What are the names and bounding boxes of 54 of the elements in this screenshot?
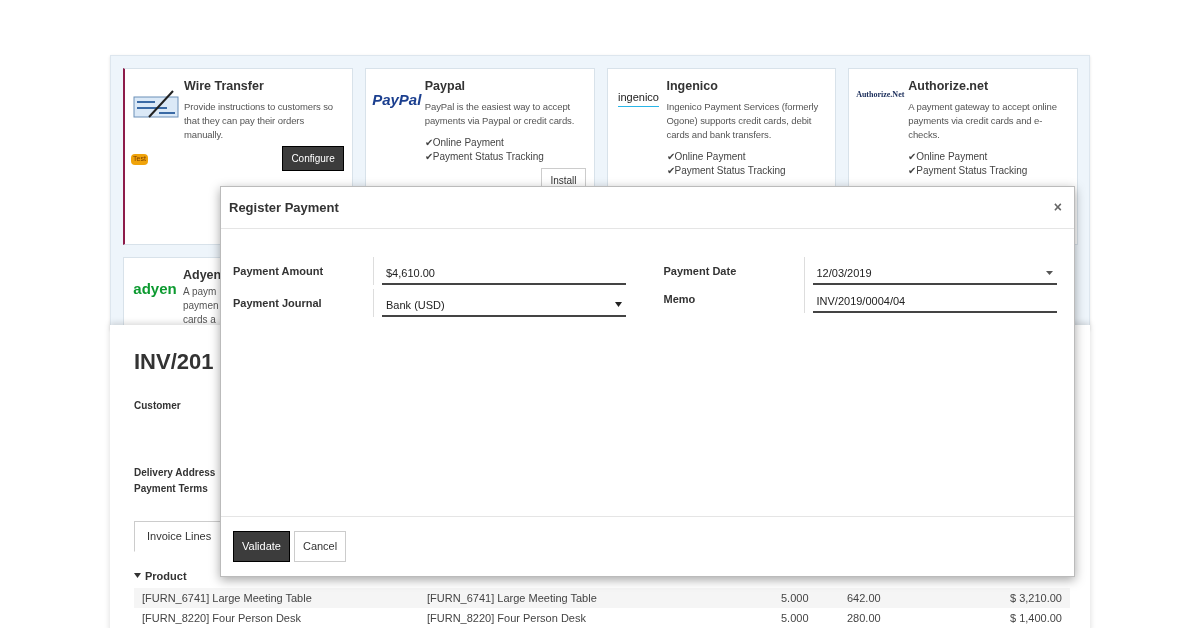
table-cell-text: $ 3,210.00 — [1009, 590, 1062, 606]
select-field[interactable]: Bank (USD) — [382, 296, 626, 317]
feature-item: ✔Online Payment — [666, 149, 747, 164]
feature-item: ✔Online Payment — [908, 149, 989, 164]
ingenico-logo: ingenico — [618, 89, 659, 107]
paypal-logo: PayPal — [372, 90, 422, 110]
card-title: Authorize.net — [908, 78, 989, 95]
field-label: Payment Journal — [233, 295, 323, 311]
close-button[interactable]: × — [1049, 197, 1066, 218]
table-cell-text: [FURN_8220] Four Person Desk — [427, 610, 587, 626]
field-label: Payment Terms — [134, 482, 208, 496]
field-label: Memo — [663, 291, 697, 307]
card-description: Provide instructions to customers so that they can pay their orders manually. — [184, 99, 334, 142]
date-field[interactable]: 12/03/2019 — [812, 264, 1057, 285]
table-cell-text: 642.00 — [847, 590, 882, 606]
card-title: Paypal — [424, 78, 466, 95]
field-label: Payment Date — [663, 263, 738, 279]
table-cell-text: 5.000 — [781, 590, 810, 606]
cancel-button[interactable]: Cancel — [293, 531, 347, 562]
field-label: Delivery Address — [134, 466, 216, 480]
card-title: Adyen — [183, 267, 222, 284]
table-cell-text: [FURN_6741] Large Meeting Table — [427, 590, 598, 606]
card-description: A paym — [183, 284, 217, 299]
check-writing-icon — [133, 89, 179, 119]
sort-caret-icon — [134, 573, 141, 579]
table-cell-text: 5.000 — [781, 610, 810, 626]
input-field[interactable]: INV/2019/0004/04 — [812, 292, 1057, 313]
card-description: A payment gateway to accept online payments via credit cards and e-checks. — [908, 99, 1058, 142]
feature-item: ✔Payment Status Tracking — [666, 163, 786, 178]
table-cell-text: 280.00 — [847, 610, 882, 626]
field-label: Customer — [134, 399, 181, 413]
dropdown-caret-icon — [615, 302, 622, 308]
table-cell-text: $ 1,400.00 — [1009, 610, 1062, 626]
configure-button[interactable]: Configure — [282, 145, 344, 171]
table-cell-text: [FURN_6741] Large Meeting Table — [142, 590, 313, 606]
feature-item: ✔Payment Status Tracking — [424, 149, 544, 164]
card-description: Ingenico Payment Services (formerly Ogone) supports credit cards, debit cards and bank transfers. — [666, 99, 820, 142]
field-label: Payment Amount — [233, 263, 325, 279]
card-description: PayPal is the easiest way to accept payments via Paypal or credit cards. — [424, 99, 576, 128]
feature-item: ✔Online Payment — [424, 135, 505, 150]
invoice-title: INV/201 — [134, 348, 214, 376]
card-title: Wire Transfer — [184, 78, 264, 95]
feature-item: ✔Payment Status Tracking — [908, 163, 1028, 178]
card-description: paymen — [183, 298, 219, 313]
column-header: Product — [145, 568, 187, 584]
card-title: Ingenico — [666, 78, 718, 95]
dialog-title: Register Payment — [229, 198, 339, 217]
authorize-net-logo: Authorize.Net — [856, 89, 905, 101]
adyen-logo: adyen — [133, 279, 177, 299]
validate-button[interactable]: Validate — [233, 531, 290, 562]
dropdown-caret-icon — [1045, 270, 1053, 275]
table-cell-text: [FURN_8220] Four Person Desk — [142, 610, 302, 626]
input-field[interactable]: $4,610.00 — [382, 264, 626, 285]
card-description: cards a — [183, 312, 216, 327]
